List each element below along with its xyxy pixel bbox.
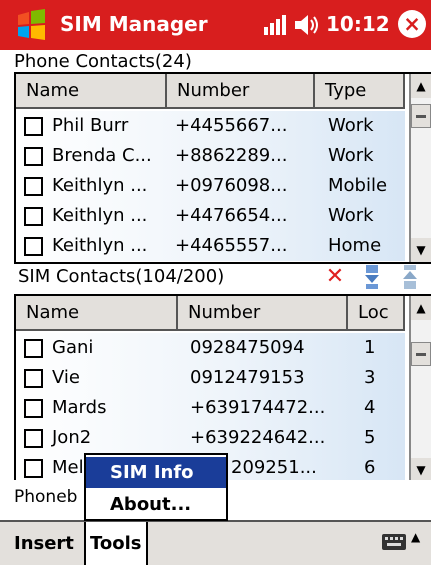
delete-icon[interactable]: ✕ [320,263,350,291]
copy-to-phone-icon[interactable] [357,263,387,291]
column-header-name[interactable]: Name [16,74,167,109]
column-header-type[interactable]: Type [315,74,405,109]
about-menu-item[interactable]: About... [86,489,226,520]
contact-name: Vie [52,367,80,388]
column-header-number[interactable]: Number [167,74,315,109]
phone-contacts-list[interactable]: Name Number Type Phil Burr +4455667... W… [14,72,431,264]
signal-icon[interactable] [262,13,288,37]
table-row[interactable]: Keithlyn ... +4465557... Home [16,231,405,261]
contact-type: Work [328,205,374,226]
scroll-down-icon[interactable]: ▼ [411,238,431,262]
table-row[interactable]: Jon2 +639224642... 5 [16,423,405,453]
table-row[interactable]: Vie 0912479153 3 [16,363,405,393]
row-checkbox[interactable] [24,237,43,256]
table-row[interactable]: Phil Burr +4455667... Work [16,111,405,141]
app-title: SIM Manager [60,12,208,36]
contact-number: +639174472... [190,397,326,418]
column-header-number[interactable]: Number [178,296,348,331]
scroll-down-icon[interactable]: ▼ [411,458,431,482]
tools-menu[interactable]: Tools [84,522,148,565]
row-checkbox[interactable] [24,177,43,196]
contact-type: Work [328,145,374,166]
tools-popup-menu: SIM Info About... [84,453,228,521]
sim-contacts-label: SIM Contacts(104/200) [18,266,225,287]
contact-number: 209251... [231,457,317,478]
table-row[interactable]: Gani 0928475094 1 [16,333,405,363]
contact-loc: 4 [364,397,376,418]
contact-name: Phil Burr [52,115,129,136]
row-checkbox[interactable] [24,117,43,136]
contact-loc: 5 [364,427,376,448]
contact-number: +8862289... [175,145,288,166]
row-checkbox[interactable] [24,369,43,388]
table-row[interactable]: Keithlyn ... +0976098... Mobile [16,171,405,201]
sim-info-menu-item[interactable]: SIM Info [86,457,226,488]
clock[interactable]: 10:12 [326,12,390,36]
contact-number: 0928475094 [190,337,305,358]
phone-list-scrollbar[interactable]: ▲ ▼ [409,74,431,262]
close-icon[interactable]: × [398,10,426,38]
column-header-name[interactable]: Name [16,296,178,331]
row-checkbox[interactable] [24,429,43,448]
title-bar: SIM Manager 10:12 × [0,0,431,50]
contact-loc: 1 [364,337,376,358]
sim-list-scrollbar[interactable]: ▲ ▼ [409,296,431,482]
contact-type: Mobile [328,175,388,196]
row-checkbox[interactable] [24,459,43,478]
volume-icon[interactable] [292,12,320,38]
scroll-up-icon[interactable]: ▲ [411,296,431,320]
row-checkbox[interactable] [24,207,43,226]
contact-type: Home [328,235,382,256]
contact-name: Brenda C... [52,145,152,166]
scroll-thumb[interactable] [411,104,431,128]
scroll-thumb[interactable] [411,342,431,366]
column-header-loc[interactable]: Loc [348,296,405,331]
contact-name: Mards [52,397,107,418]
contact-name: Keithlyn ... [52,235,148,256]
row-checkbox[interactable] [24,339,43,358]
keyboard-icon[interactable] [381,530,407,554]
menu-bar: Insert Tools ▲ [0,520,431,565]
contact-number: +4476654... [175,205,288,226]
windows-logo-icon[interactable] [14,9,48,41]
contact-number: 0912479153 [190,367,305,388]
contact-name: Keithlyn ... [52,175,148,196]
contact-number: +4465557... [175,235,288,256]
contact-number: +4455667... [175,115,288,136]
table-row[interactable]: Brenda C... +8862289... Work [16,141,405,171]
row-checkbox[interactable] [24,399,43,418]
phone-contacts-label: Phone Contacts(24) [14,51,192,72]
row-checkbox[interactable] [24,147,43,166]
contact-loc: 6 [364,457,376,478]
input-selector-arrow-icon[interactable]: ▲ [411,530,420,544]
table-row[interactable]: Mards +639174472... 4 [16,393,405,423]
contact-type: Work [328,115,374,136]
contact-number: +639224642... [190,427,326,448]
contact-name: Mel [52,457,84,478]
contact-number: +0976098... [175,175,288,196]
scroll-up-icon[interactable]: ▲ [411,74,431,98]
contact-name: Keithlyn ... [52,205,148,226]
contact-name: Gani [52,337,94,358]
copy-to-sim-icon[interactable] [395,263,425,291]
table-row[interactable]: Keithlyn ... +4476654... Work [16,201,405,231]
insert-menu[interactable]: Insert [14,522,74,565]
contact-name: Jon2 [52,427,92,448]
phonebook-label: Phoneb [14,487,78,507]
contact-loc: 3 [364,367,376,388]
